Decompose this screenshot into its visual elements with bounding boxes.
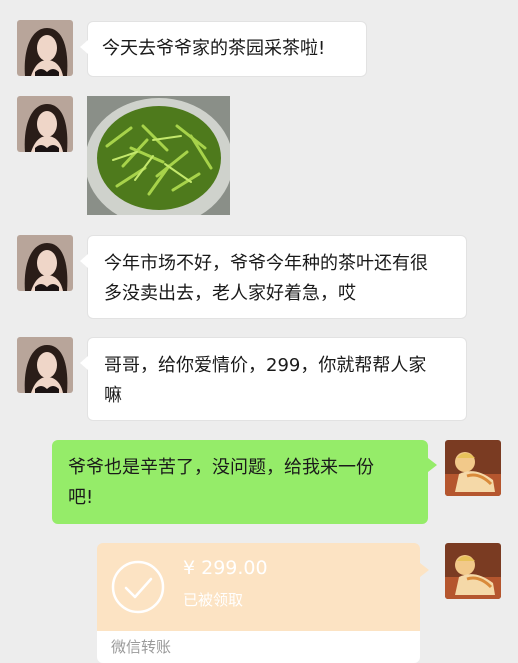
self-avatar-image [445, 440, 501, 496]
transfer-status: 已被领取 [183, 591, 244, 609]
contact-avatar-image [17, 96, 73, 152]
contact-avatar[interactable] [17, 20, 73, 76]
message-text-line: 多没卖出去，老人家好着急，哎 [104, 283, 356, 304]
message-text-line: 哥哥，给你爱情价，299，你就帮帮人家 [104, 355, 427, 376]
self-avatar[interactable] [445, 543, 501, 599]
tea-leaves-photo[interactable] [87, 96, 230, 215]
contact-avatar[interactable] [17, 96, 73, 152]
tea-leaves-image [87, 96, 230, 215]
self-avatar[interactable] [445, 440, 501, 496]
wechat-transfer-card[interactable]: ¥ 299.00 已被领取 微信转账 [97, 543, 429, 663]
message-text-line: 爷爷也是辛苦了，没问题，给我来一份 [68, 457, 374, 478]
message-bubble[interactable]: 今天去爷爷家的茶园采茶啦! [80, 21, 367, 77]
contact-avatar-image [17, 235, 73, 291]
contact-avatar-image [17, 20, 73, 76]
check-circle-icon [111, 560, 165, 614]
message-text-line: 嘛 [104, 385, 122, 406]
contact-avatar[interactable] [17, 235, 73, 291]
message-bubble[interactable]: 哥哥，给你爱情价，299，你就帮帮人家 嘛 [80, 337, 467, 421]
message-bubble-self[interactable]: 爷爷也是辛苦了，没问题，给我来一份 吧! [52, 440, 437, 524]
message-text: 今天去爷爷家的茶园采茶啦! [102, 38, 326, 59]
contact-avatar[interactable] [17, 337, 73, 393]
self-avatar-image [445, 543, 501, 599]
message-bubble[interactable]: 今年市场不好，爷爷今年种的茶叶还有很 多没卖出去，老人家好着急，哎 [80, 235, 467, 319]
contact-avatar-image [17, 337, 73, 393]
transfer-card-body: ¥ 299.00 已被领取 [97, 543, 429, 631]
transfer-footer-label: 微信转账 [97, 631, 420, 663]
message-text-line: 今年市场不好，爷爷今年种的茶叶还有很 [104, 253, 428, 274]
message-text-line: 吧! [68, 487, 94, 508]
transfer-amount: ¥ 299.00 [183, 557, 268, 579]
